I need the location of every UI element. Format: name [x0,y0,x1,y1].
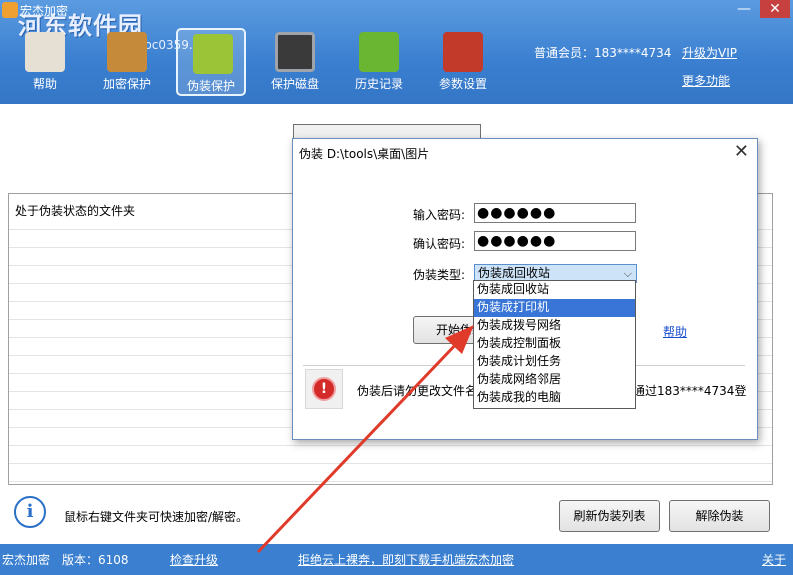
tip-text: 鼠标右键文件夹可快速加密/解密。 [64,510,249,524]
password-field[interactable]: ●●●●●● [474,203,636,223]
toolbar-history-label: 历史记录 [354,77,403,91]
toolbar-history-button[interactable]: 历史记录 [344,28,414,96]
about-link[interactable]: 关于 [762,551,786,568]
dropdown-option[interactable]: 伪装成打印机 [474,299,635,317]
confirm-password-label: 确认密码: [412,237,465,251]
help-book-icon [25,32,65,72]
toolbar-encrypt-label: 加密保护 [102,77,151,91]
toolbar-disguise-label: 伪装保护 [186,79,235,93]
dropdown-option[interactable]: 伪装成回收站 [474,281,635,299]
floppy-disk-icon [275,32,315,72]
disguise-type-value: 伪装成回收站 [478,266,551,280]
password-label: 输入密码: [412,208,465,222]
toolbar-disk-button[interactable]: 保护磁盘 [260,28,330,96]
more-features-link[interactable]: 更多功能 [682,72,730,89]
refresh-list-button[interactable]: 刷新伪装列表 [559,500,660,532]
history-chart-icon [359,32,399,72]
confirm-password-field[interactable]: ●●●●●● [474,231,636,251]
remove-disguise-button[interactable]: 解除伪装 [669,500,770,532]
disguise-type-dropdown: 伪装成回收站 伪装成打印机 伪装成拨号网络 伪装成控制面板 伪装成计划任务 伪装… [473,280,636,409]
app-logo-icon [2,2,18,18]
padlock-icon [107,32,147,72]
upgrade-vip-link[interactable]: 升级为VIP [682,44,737,61]
promo-link[interactable]: 拒绝云上裸奔，即刻下载手机端宏杰加密 [298,551,514,568]
toolbar-settings-label: 参数设置 [438,77,487,91]
notice-text-right: 通过183****4734登 [633,384,747,398]
notice-text-left: 伪装后请勿更改文件名 [357,384,478,398]
dialog-title: 伪装 D:\tools\桌面\图片 [299,147,430,161]
minimize-button[interactable]: — [730,0,758,18]
toolbar-help-label: 帮助 [32,77,57,91]
dialog-help-link[interactable]: 帮助 [663,323,687,340]
dropdown-option[interactable]: 伪装成网络邻居 [474,371,635,389]
dropdown-option[interactable]: 伪装成拨号网络 [474,317,635,335]
disguise-type-label: 伪装类型: [412,268,465,282]
status-version: 版本：6108 [62,553,129,567]
toolbar-disguise-button[interactable]: 伪装保护 [176,28,246,96]
member-info: 普通会员：183****4734 [534,46,672,60]
toolbox-settings-icon [443,32,483,72]
dropdown-option[interactable]: 伪装成计划任务 [474,353,635,371]
dropdown-option[interactable]: 伪装成我的电脑 [474,389,635,407]
toolbar-help-button[interactable]: 帮助 [10,28,80,96]
window-close-button[interactable]: ✕ [760,0,790,18]
toolbar-settings-button[interactable]: 参数设置 [428,28,498,96]
disguise-icon [193,34,233,74]
status-bar: 宏杰加密 版本：6108 检查升级 拒绝云上裸奔，即刻下载手机端宏杰加密 关于 [0,544,793,575]
dropdown-option[interactable]: 伪装成控制面板 [474,335,635,353]
header-bar: 宏杰加密 河东软件园 www.pc0359.cn — ✕ 帮助 加密保护 伪装保… [0,0,793,104]
info-icon: i [14,496,46,528]
status-app-name: 宏杰加密 [2,553,51,567]
dialog-close-icon[interactable]: ✕ [734,141,749,162]
toolbar-disk-label: 保护磁盘 [270,77,319,91]
check-update-link[interactable]: 检查升级 [170,551,218,568]
toolbar-encrypt-button[interactable]: 加密保护 [92,28,162,96]
warning-icon: ! [305,369,343,409]
